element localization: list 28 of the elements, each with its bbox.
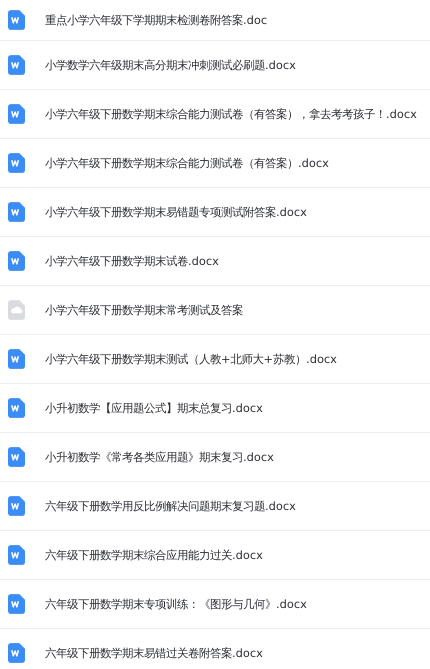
- word-document-icon: [8, 10, 25, 30]
- word-document-icon: [8, 202, 25, 222]
- file-name[interactable]: 六年级下册数学期末专项训练：《图形与几何》.docx: [45, 596, 307, 612]
- word-document-icon: [8, 153, 25, 173]
- word-document-icon: [8, 349, 25, 369]
- file-name[interactable]: 小学六年级下册数学期末易错题专项测试附答案.docx: [45, 204, 307, 220]
- word-document-icon: [8, 545, 25, 565]
- file-name[interactable]: 小学数学六年级期末高分期末冲刺测试必刷题.docx: [45, 58, 296, 72]
- word-document-icon: [8, 398, 25, 418]
- file-name[interactable]: 小升初数学【应用题公式】期末总复习.docx: [45, 400, 263, 416]
- file-name[interactable]: 重点小学六年级下学期期末检测卷附答案.doc: [45, 12, 268, 28]
- file-name[interactable]: 小学六年级下册数学期末综合能力测试卷（有答案）.docx: [45, 156, 329, 170]
- file-name[interactable]: 小学六年级下册数学期末综合能力测试卷（有答案），拿去考考孩子！.docx: [45, 106, 417, 122]
- file-name[interactable]: 六年级下册数学期末综合应用能力过关.docx: [45, 548, 263, 562]
- file-name[interactable]: 六年级下册数学用反比例解决问题期末复习题.docx: [45, 498, 296, 514]
- file-name[interactable]: 小学六年级下册数学期末试卷.docx: [45, 254, 219, 268]
- word-document-icon: [8, 447, 25, 467]
- word-document-icon: [8, 104, 25, 124]
- word-document-icon: [8, 55, 25, 75]
- cloud-file-icon: [8, 300, 25, 320]
- word-document-icon: [8, 594, 25, 614]
- file-name[interactable]: 小升初数学《常考各类应用题》期末复习.docx: [45, 450, 274, 464]
- word-document-icon: [8, 496, 25, 516]
- file-name[interactable]: 小学六年级下册数学期末常考测试及答案: [45, 302, 243, 318]
- file-name[interactable]: 小学六年级下册数学期末测试（人教+北师大+苏教）.docx: [45, 352, 337, 366]
- word-document-icon: [8, 251, 25, 271]
- word-document-icon: [8, 643, 25, 663]
- file-name[interactable]: 六年级下册数学期末易错过关卷附答案.docx: [45, 646, 263, 660]
